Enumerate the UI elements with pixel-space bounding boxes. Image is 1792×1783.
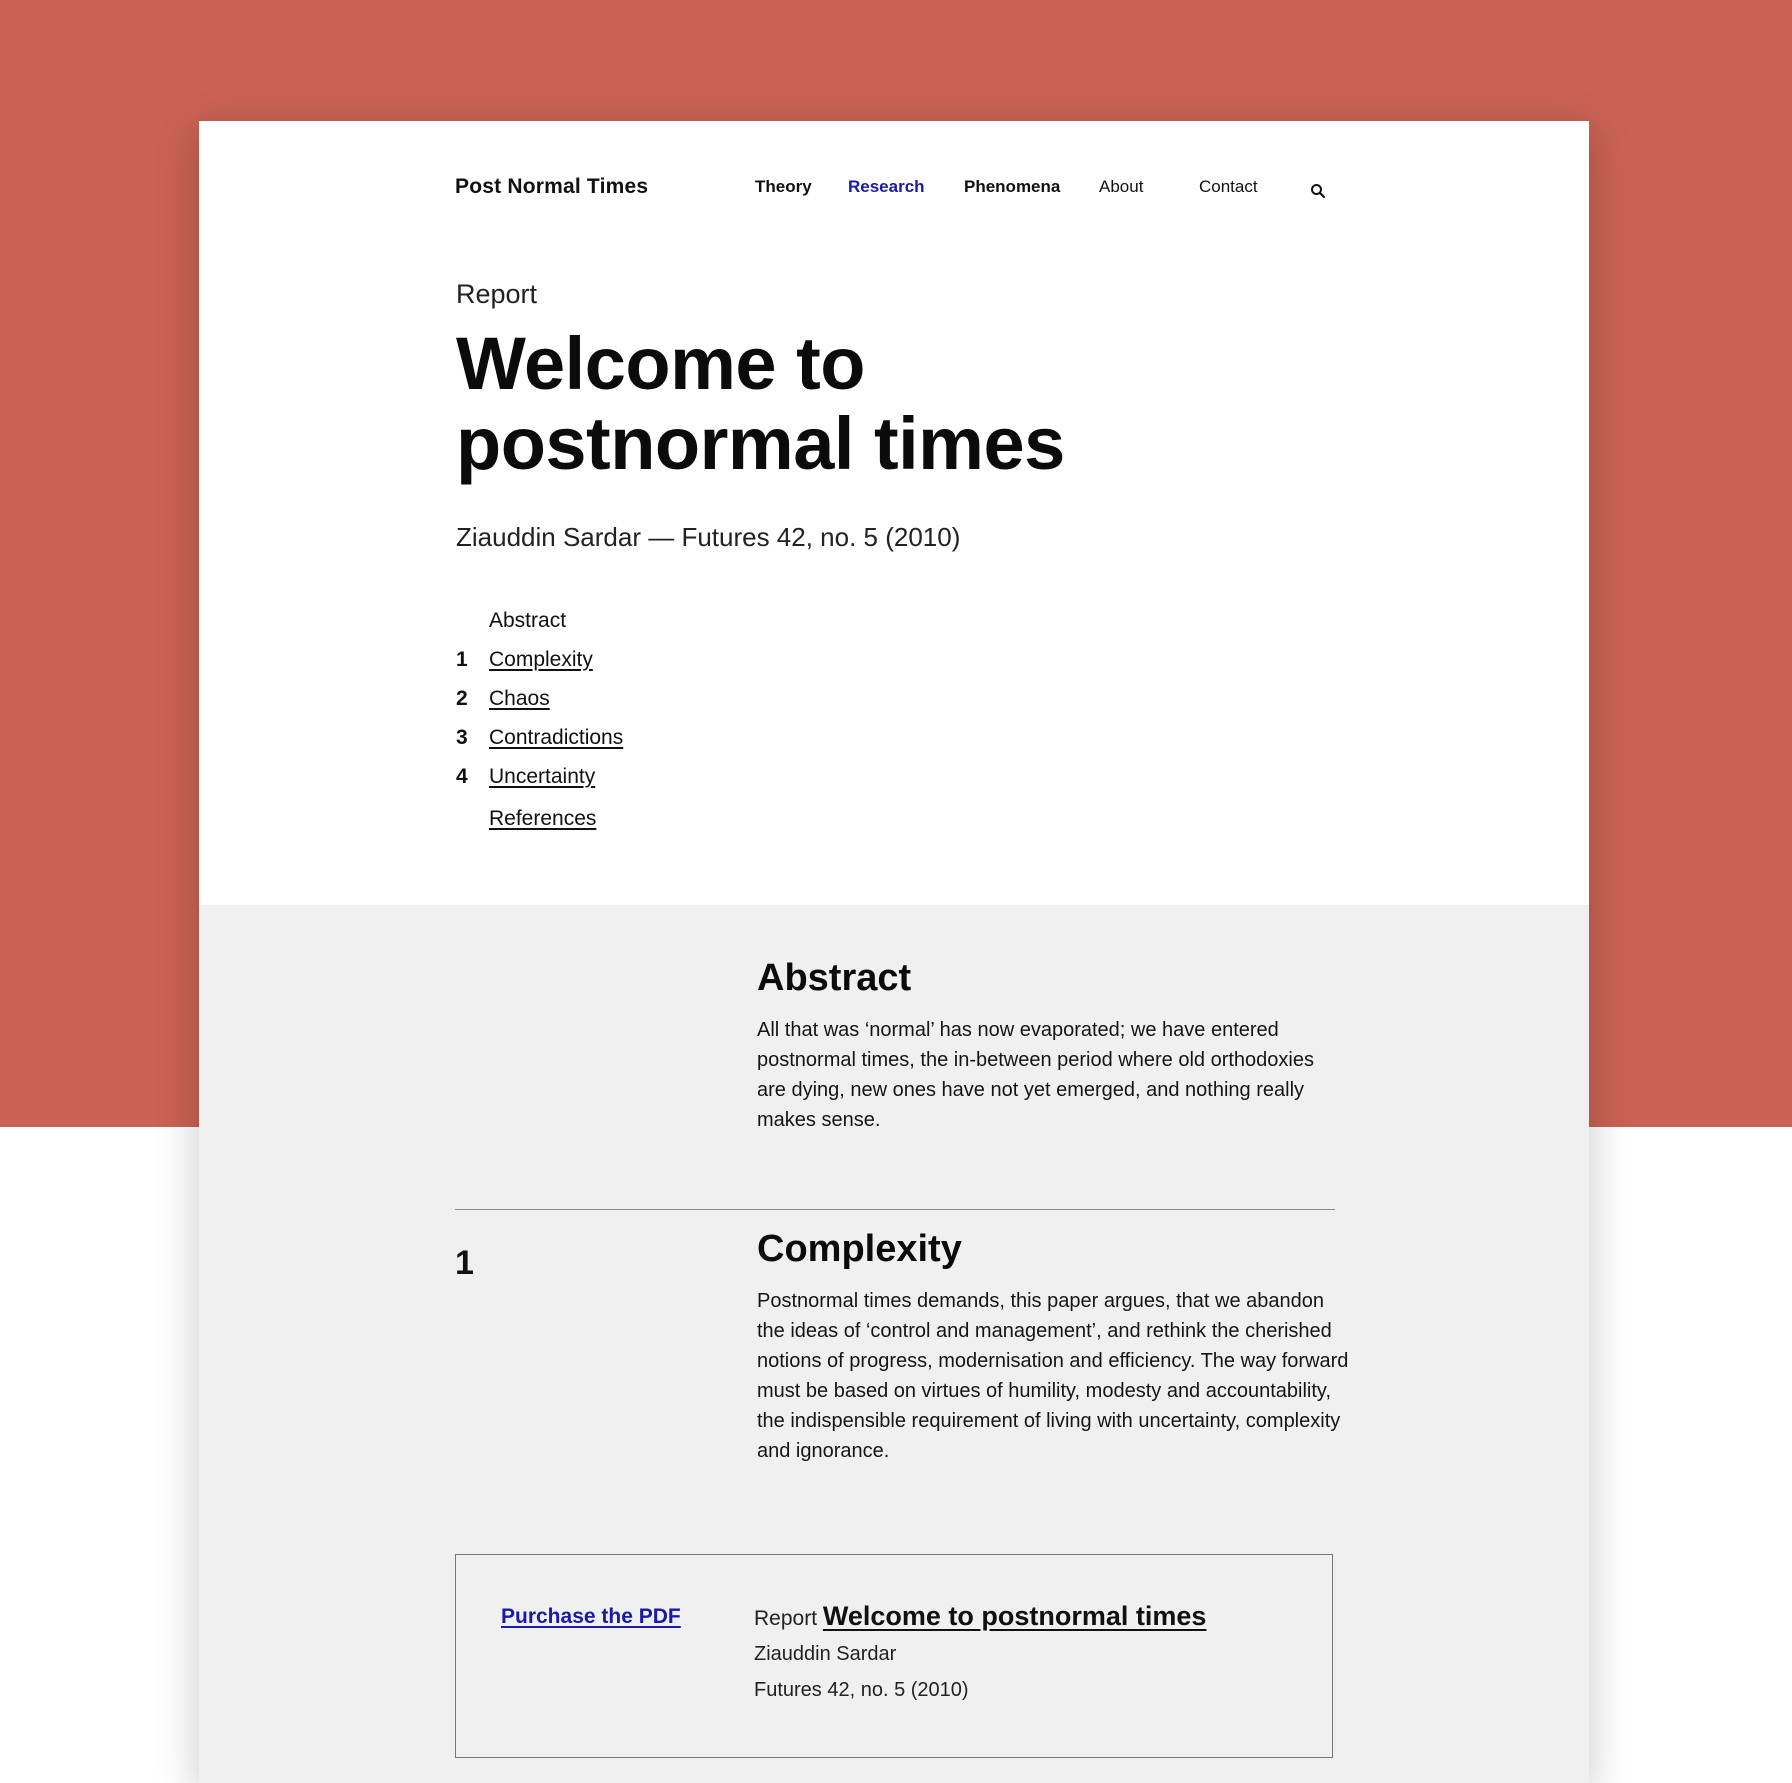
toc-link[interactable]: References — [489, 799, 596, 838]
reference-box: Purchase the PDF Report Welcome to postn… — [455, 1554, 1333, 1758]
page-title: Welcome to postnormal times — [456, 322, 1065, 485]
toc-link[interactable]: Chaos — [489, 679, 550, 718]
nav-item-research[interactable]: Research — [848, 177, 925, 197]
toc-item-abstract: Abstract — [456, 601, 856, 640]
nav-item-theory[interactable]: Theory — [755, 177, 812, 197]
site-header: Post Normal Times Theory Research Phenom… — [455, 175, 1335, 215]
reference-title-line: Report Welcome to postnormal times — [754, 1599, 1314, 1636]
toc-number: 2 — [456, 687, 468, 710]
section-heading: Complexity — [757, 1228, 962, 1270]
section-number: 1 — [455, 1244, 474, 1282]
toc-item-contradictions[interactable]: 3 Contradictions — [456, 718, 856, 757]
toc-link[interactable]: Uncertainty — [489, 757, 595, 796]
article-byline: Ziauddin Sardar — Futures 42, no. 5 (201… — [456, 522, 961, 552]
reference-meta: Report Welcome to postnormal times Ziaud… — [754, 1599, 1314, 1708]
complexity-section: Complexity Postnormal times demands, thi… — [757, 1226, 1357, 1466]
reference-author: Ziauddin Sardar — [754, 1643, 897, 1665]
toc-number: 3 — [456, 726, 468, 749]
article-intro: Report Welcome to postnormal times Ziaud… — [456, 276, 1356, 554]
search-icon[interactable] — [1310, 183, 1326, 199]
abstract-section: Abstract All that was ‘normal’ has now e… — [757, 955, 1347, 1135]
section-divider — [455, 1209, 1335, 1210]
toc-item-uncertainty[interactable]: 4 Uncertainty — [456, 757, 856, 796]
toc-link[interactable]: Complexity — [489, 640, 593, 679]
article-kicker: Report — [456, 279, 538, 309]
main-nav: Theory Research Phenomena About Contact — [455, 177, 1335, 207]
nav-item-contact[interactable]: Contact — [1199, 177, 1258, 197]
reference-kicker: Report — [754, 1607, 818, 1630]
purchase-pdf-link[interactable]: Purchase the PDF — [501, 1605, 681, 1629]
toc-number: 4 — [456, 765, 468, 788]
toc-item-chaos[interactable]: 2 Chaos — [456, 679, 856, 718]
article-body: Abstract All that was ‘normal’ has now e… — [199, 905, 1589, 1783]
toc-item-complexity[interactable]: 1 Complexity — [456, 640, 856, 679]
nav-item-about[interactable]: About — [1099, 177, 1143, 197]
section-heading: Abstract — [757, 957, 912, 999]
reference-citation: Futures 42, no. 5 (2010) — [754, 1679, 969, 1701]
reference-title-link[interactable]: Welcome to postnormal times — [823, 1601, 1207, 1631]
section-body: All that was ‘normal’ has now evaporated… — [757, 1019, 1314, 1131]
toc-label: Abstract — [489, 609, 567, 632]
toc-item-references[interactable]: References — [456, 799, 856, 838]
toc-number: 1 — [456, 648, 468, 671]
section-body: Postnormal times demands, this paper arg… — [757, 1290, 1349, 1462]
nav-item-phenomena[interactable]: Phenomena — [964, 177, 1060, 197]
table-of-contents: Abstract 1 Complexity 2 Chaos 3 Contradi… — [456, 601, 856, 838]
page-card: Post Normal Times Theory Research Phenom… — [199, 121, 1589, 1783]
toc-link[interactable]: Contradictions — [489, 718, 623, 757]
